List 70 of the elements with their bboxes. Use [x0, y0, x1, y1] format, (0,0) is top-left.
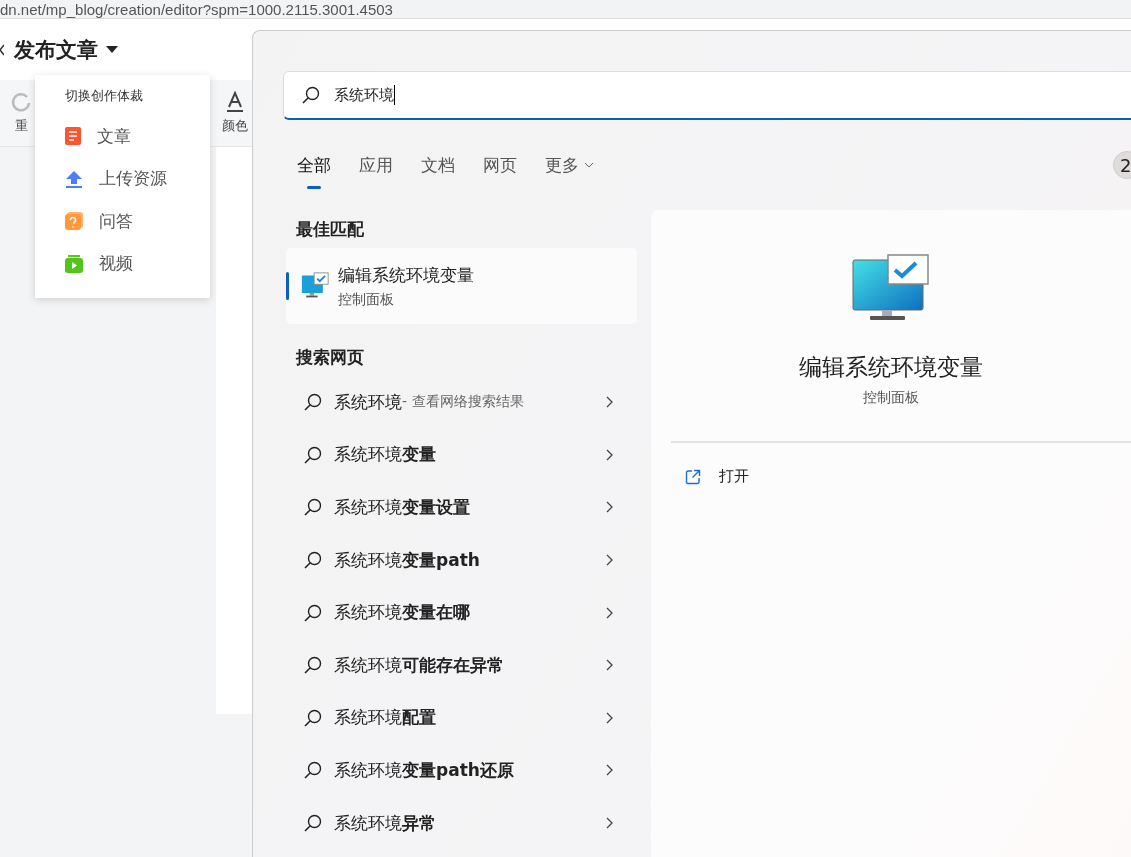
chevron-right-icon — [606, 606, 613, 619]
suggestion-text: 系统环境变量 — [334, 443, 436, 467]
search-icon — [304, 656, 322, 675]
search-icon — [304, 551, 322, 570]
chevron-right-icon — [606, 396, 613, 409]
points-badge[interactable]: 2 — [1113, 151, 1131, 179]
suggestion-text: 系统环境可能存在异常 — [334, 653, 504, 677]
address-url: dn.net/mp_blog/creation/editor?spm=1000.2115.3001.4503 — [0, 1, 393, 18]
chevron-right-icon — [606, 554, 613, 567]
web-search-item[interactable]: 系统环境变量path — [286, 533, 637, 587]
chevron-right-icon — [606, 501, 613, 514]
web-search-item[interactable]: 系统环境配置 — [286, 691, 637, 745]
menu-item[interactable]: 问答 — [35, 200, 210, 243]
suggestion-text: 系统环境变量在哪 — [334, 601, 470, 625]
question-icon — [65, 212, 83, 231]
suggestion-text: 系统环境变量path — [334, 548, 480, 572]
filter-tab[interactable]: 网页 — [469, 145, 531, 185]
web-search-item[interactable]: 系统环境可能存在异常 — [286, 638, 637, 692]
suggestion-text: 系统环境配置 — [334, 706, 436, 730]
suggestion-text: 系统环境变量path还原 — [334, 758, 514, 782]
upload-icon — [65, 169, 83, 188]
web-search-item[interactable]: 系统环境异常 — [286, 796, 637, 850]
chevron-right-icon — [606, 711, 613, 724]
chevron-right-icon — [606, 817, 613, 830]
web-search-item[interactable]: 系统环境变量设置 — [286, 481, 637, 534]
search-icon — [304, 393, 322, 412]
search-icon — [304, 708, 322, 727]
toolbar-label: 颜色 — [222, 117, 248, 135]
app-title: 编辑系统环境变量 — [799, 353, 983, 382]
section-heading: 搜索网页 — [294, 346, 365, 369]
monitor-check-icon — [852, 254, 930, 322]
menu-item[interactable]: 文章 — [35, 115, 210, 158]
chevron-right-icon — [606, 764, 613, 777]
menu-heading: 切换创作体裁 — [64, 87, 144, 105]
document-icon — [65, 127, 81, 146]
result-title: 编辑系统环境变量 — [338, 263, 474, 287]
chevron-right-icon — [606, 659, 613, 672]
suggestion-text: 系统环境变量设置 — [334, 496, 470, 519]
best-match-item[interactable]: 编辑系统环境变量 控制面板 — [286, 248, 637, 324]
search-icon — [304, 814, 322, 833]
result-subtitle: 控制面板 — [338, 290, 395, 309]
web-search-item[interactable]: 系统环境变量在哪 — [286, 586, 637, 639]
chevron-right-icon — [606, 448, 613, 461]
suggestion-hint: - 查看网络搜索结果 — [402, 393, 524, 412]
app-subtitle: 控制面板 — [863, 389, 919, 407]
open-action[interactable]: 打开 — [651, 467, 1131, 486]
video-icon — [65, 254, 83, 273]
caret-icon[interactable] — [106, 45, 118, 54]
section-heading: 最佳匹配 — [295, 218, 365, 241]
menu-item[interactable]: 上传资源 — [35, 157, 210, 200]
web-search-item[interactable]: 系统环境- 查看网络搜索结果 — [286, 376, 637, 429]
search-icon — [302, 86, 320, 104]
search-icon — [304, 498, 322, 517]
menu-item[interactable]: 视频 — [35, 242, 210, 285]
search-icon — [304, 445, 322, 464]
text-color-icon[interactable] — [226, 91, 244, 113]
suggestion-text: 系统环境异常 — [334, 811, 436, 835]
web-search-item[interactable]: 系统环境变量 — [286, 428, 637, 482]
search-icon — [304, 761, 322, 780]
monitor-check-icon — [300, 272, 330, 300]
filter-tab[interactable]: 更多 — [531, 145, 608, 185]
publish-title[interactable]: 发布文章 — [14, 35, 98, 64]
web-search-item[interactable]: 系统环境变量path还原 — [286, 744, 637, 797]
toolbar-label: 重 — [14, 117, 28, 135]
external-link-icon — [685, 468, 701, 485]
search-field[interactable]: 系统环境 — [283, 71, 1131, 120]
filter-tab[interactable]: 应用 — [345, 145, 407, 185]
filter-tab[interactable]: 文档 — [407, 145, 469, 185]
suggestion-text: 系统环境 — [334, 390, 402, 414]
search-icon — [304, 603, 322, 622]
